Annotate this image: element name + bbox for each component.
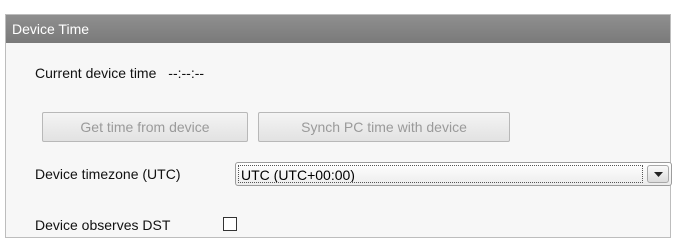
panel-title: Device Time xyxy=(6,15,670,43)
device-time-panel: Device Time Current device time --:--:--… xyxy=(5,14,672,238)
timezone-label: Device timezone (UTC) xyxy=(35,166,181,182)
chevron-down-icon xyxy=(654,172,663,177)
sync-pc-time-button[interactable]: Synch PC time with device xyxy=(258,112,510,142)
dst-label: Device observes DST xyxy=(35,217,171,233)
current-time-row: Current device time --:--:-- xyxy=(35,65,204,81)
timezone-selected-value: UTC (UTC+00:00) xyxy=(238,165,643,183)
current-time-label: Current device time xyxy=(35,65,157,81)
dropdown-button[interactable] xyxy=(647,165,669,183)
timezone-select[interactable]: UTC (UTC+00:00) xyxy=(235,162,672,186)
dst-checkbox[interactable] xyxy=(223,217,237,231)
current-time-value: --:--:-- xyxy=(168,65,205,81)
get-time-button[interactable]: Get time from device xyxy=(42,112,248,142)
